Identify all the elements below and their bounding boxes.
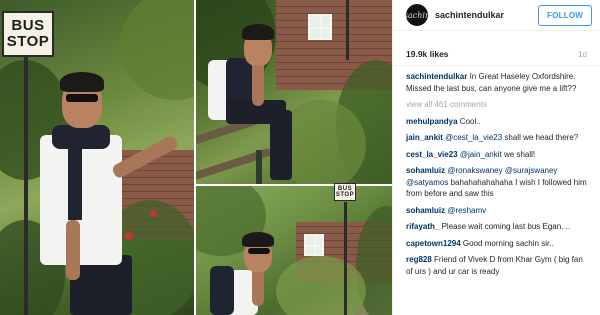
header-username[interactable]: sachintendulkar bbox=[435, 10, 538, 20]
comment-item: jain_ankit @cest_la_vie23 shall we head … bbox=[406, 132, 587, 144]
jacket bbox=[210, 266, 234, 315]
comment-text: shall we head there? bbox=[502, 133, 579, 142]
comment-item: mehulpandya Cool.. bbox=[406, 116, 587, 128]
sign-line-2: STOP bbox=[6, 33, 50, 50]
avatar[interactable]: sachin bbox=[403, 4, 431, 26]
post-photo[interactable]: BUS STOP BUS STOP bbox=[0, 0, 392, 315]
sign-pole bbox=[346, 0, 349, 60]
likes-count[interactable]: 19.9k likes bbox=[406, 49, 449, 59]
photo-panel-left: BUS STOP bbox=[0, 0, 194, 315]
comment-username[interactable]: sohamluiz bbox=[406, 206, 445, 215]
jacket-sleeve bbox=[68, 140, 82, 220]
photo-panel-top-right bbox=[196, 0, 392, 184]
arm bbox=[252, 60, 264, 106]
caption-username[interactable]: sachintendulkar bbox=[406, 72, 467, 81]
comment-text: Cool.. bbox=[457, 116, 481, 126]
comment-item: capetown1294 Good morning sachin sir.. bbox=[406, 238, 587, 250]
house-window bbox=[304, 234, 324, 256]
follow-button[interactable]: FOLLOW bbox=[538, 4, 592, 26]
post-sidebar: sachin sachintendulkar FOLLOW 19.9k like… bbox=[392, 0, 600, 315]
comment-username[interactable]: jain_ankit bbox=[406, 133, 443, 142]
comment-item: cest_la_vie23 @jain_ankit we shall! bbox=[406, 149, 587, 161]
bus-stop-sign-small: BUS STOP bbox=[334, 183, 356, 201]
comment-item: rifayath_ Please wait coming last bus Eg… bbox=[406, 221, 587, 233]
photo-panel-bottom-right bbox=[196, 186, 392, 315]
post-age[interactable]: 1d bbox=[578, 50, 587, 59]
comment-mention[interactable]: @jain_ankit bbox=[458, 150, 502, 159]
sign-pole bbox=[344, 202, 347, 315]
comment-text: we shall! bbox=[501, 149, 536, 159]
comment-mention[interactable]: @cest_la_vie23 bbox=[443, 133, 502, 142]
sunglasses bbox=[248, 248, 270, 254]
hair bbox=[242, 24, 274, 40]
comment-username[interactable]: reg828 bbox=[406, 255, 432, 264]
red-flower bbox=[150, 210, 157, 217]
hair bbox=[60, 72, 104, 92]
comment-item: sohamluiz @ronakswaney @surajswaney @sat… bbox=[406, 165, 587, 200]
post-header: sachin sachintendulkar FOLLOW bbox=[393, 0, 600, 31]
hair bbox=[242, 232, 274, 247]
sign-line-1: BUS bbox=[11, 17, 45, 35]
sign-pole bbox=[24, 55, 28, 315]
comment-text: Please wait coming last bus Egan. .. bbox=[439, 222, 571, 231]
arm bbox=[66, 220, 80, 280]
house-window bbox=[308, 14, 332, 40]
comment-username[interactable]: cest_la_vie23 bbox=[406, 150, 458, 159]
post-meta: 19.9k likes 1d bbox=[393, 31, 600, 66]
comment-mention[interactable]: @reshamv bbox=[445, 206, 486, 215]
comment-item: reg828 Friend of Vivek D from Khar Gym (… bbox=[406, 254, 587, 277]
view-all-comments-link[interactable]: view all 461 comments bbox=[406, 99, 587, 111]
foliage bbox=[120, 0, 194, 100]
comment-item: sohamluiz @reshamv bbox=[406, 205, 587, 217]
pants-leg bbox=[270, 110, 292, 180]
small-sign-line-2: STOP bbox=[335, 192, 355, 198]
comment-username[interactable]: capetown1294 bbox=[406, 239, 461, 248]
comment-username[interactable]: mehulpandya bbox=[406, 117, 458, 126]
caption: sachintendulkar In Great Haseley Oxfords… bbox=[406, 71, 587, 94]
comment-username[interactable]: rifayath_ bbox=[406, 222, 439, 231]
comment-text: Friend of Vivek D from Khar Gym ( big fa… bbox=[406, 255, 583, 276]
bus-stop-sign: BUS STOP bbox=[2, 11, 54, 57]
arm bbox=[252, 266, 264, 306]
comment-username[interactable]: sohamluiz bbox=[406, 166, 445, 175]
sunglasses bbox=[66, 94, 98, 102]
comments-list: sachintendulkar In Great Haseley Oxfords… bbox=[393, 66, 600, 277]
comment-text: Good morning sachin sir.. bbox=[460, 238, 554, 248]
avatar-text: sachin bbox=[403, 10, 431, 20]
red-flower bbox=[125, 232, 133, 240]
bench-leg bbox=[256, 150, 262, 184]
